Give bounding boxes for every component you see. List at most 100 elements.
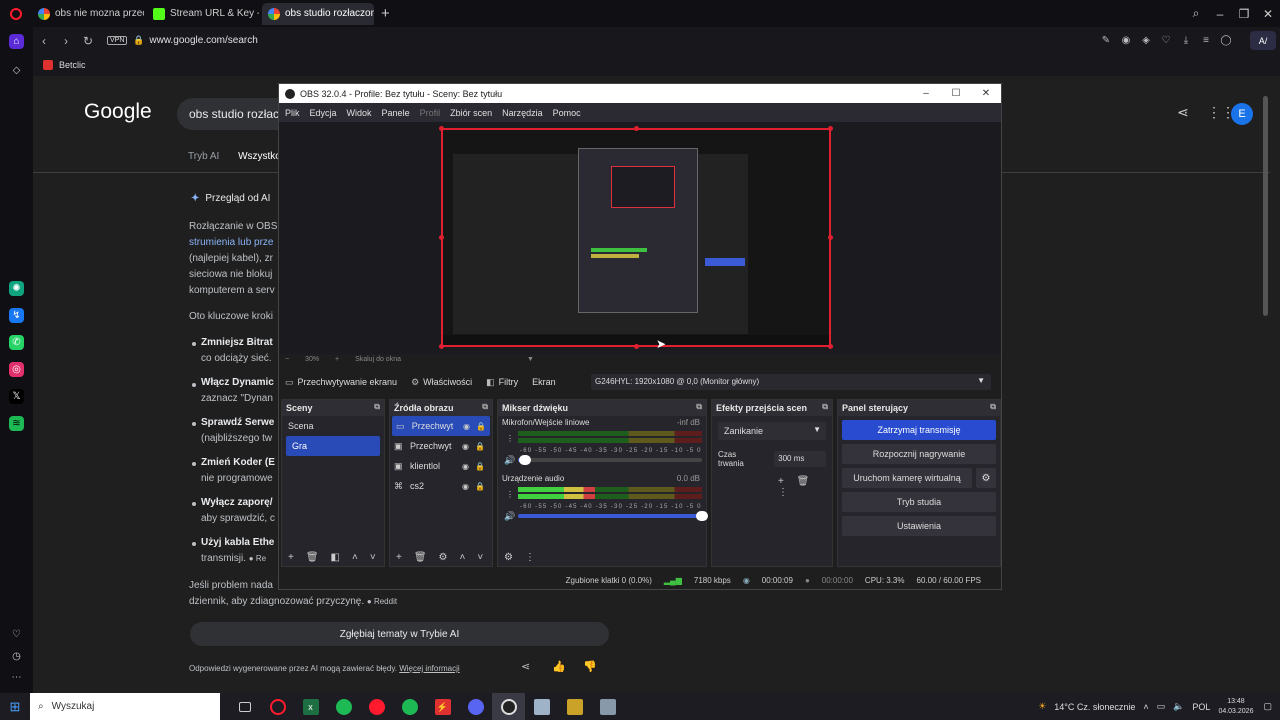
filters-button[interactable]: ◧ Filtry <box>486 377 518 388</box>
file-explorer-icon[interactable] <box>525 693 558 720</box>
deep-dive-ai-mode-button[interactable]: Zgłębiaj tematy w Trybie AI <box>190 622 609 646</box>
tab-ai-mode[interactable]: Tryb AI <box>188 151 219 162</box>
virtual-camera-button[interactable]: Uruchom kamerę wirtualną <box>842 468 972 488</box>
source-item-selected[interactable]: ▭ Przechwyt ◉ 🔒 <box>392 416 490 436</box>
studio-mode-button[interactable]: Tryb studia <box>842 492 996 512</box>
lightning-app-icon[interactable]: ⚡ <box>426 693 459 720</box>
minimize-icon[interactable]: – <box>1208 7 1232 21</box>
resize-handle[interactable] <box>439 235 444 240</box>
up-icon[interactable]: ˄ <box>352 552 358 563</box>
camera-icon[interactable]: ◉ <box>1116 35 1136 46</box>
heart-icon[interactable]: ♡ <box>9 627 24 642</box>
start-recording-button[interactable]: Rozpocznij nagrywanie <box>842 444 996 464</box>
menu-file[interactable]: Plik <box>285 108 300 118</box>
bookmark-betclic[interactable]: Betclic <box>59 60 86 70</box>
lock-icon[interactable]: 🔒 <box>475 482 485 491</box>
reload-icon[interactable]: ↻ <box>77 34 99 48</box>
task-view-icon[interactable] <box>228 693 261 720</box>
spotify-icon[interactable] <box>393 693 426 720</box>
language[interactable]: POL <box>1192 702 1210 712</box>
menu-profile[interactable]: Profil <box>420 108 441 118</box>
share-icon[interactable]: ⋖ <box>521 660 530 673</box>
undock-icon[interactable]: ⧉ <box>374 402 380 412</box>
minimize-icon[interactable]: – <box>911 84 941 103</box>
down-icon[interactable]: ˅ <box>477 552 483 563</box>
weather[interactable]: 14°C Cz. słonecznie <box>1054 702 1135 712</box>
instagram-icon[interactable]: ◎ <box>9 362 24 377</box>
close-icon[interactable]: ✕ <box>971 84 1001 103</box>
add-icon[interactable]: + <box>396 552 402 563</box>
properties-button[interactable]: ⚙ Właściwości <box>411 377 472 388</box>
clock[interactable]: 13:48 04.03.2026 <box>1218 697 1253 717</box>
thumbs-up-icon[interactable]: 👍 <box>552 660 566 673</box>
menu-view[interactable]: Widok <box>347 108 372 118</box>
page-scrollbar[interactable] <box>1263 96 1268 316</box>
heart-icon[interactable]: ♡ <box>1156 35 1176 46</box>
app-icon[interactable] <box>591 693 624 720</box>
filter-icon[interactable]: ◧ <box>331 552 340 563</box>
source-item[interactable]: ▣ klientlol ◉ 🔒 <box>390 456 492 476</box>
reddit-chip[interactable]: ● Re <box>249 554 266 563</box>
home-icon[interactable]: ⌂ <box>9 34 24 49</box>
menu-icon[interactable]: ≡ <box>1196 35 1216 46</box>
notification-icon[interactable]: ▢ <box>1263 701 1272 712</box>
spotify-icon[interactable]: ≋ <box>9 416 24 431</box>
discord-icon[interactable] <box>459 693 492 720</box>
preview-screen-capture[interactable] <box>441 128 831 347</box>
lock-icon[interactable]: 🔒 <box>475 462 485 471</box>
share-icon[interactable]: ⋖ <box>1177 104 1189 121</box>
avatar[interactable]: E <box>1231 103 1253 125</box>
source-item[interactable]: ⌘ cs2 ◉ 🔒 <box>390 476 492 496</box>
maximize-icon[interactable]: ☐ <box>941 84 971 103</box>
scale-mode[interactable]: Skaluj do okna <box>355 356 401 363</box>
excel-icon[interactable]: x <box>294 693 327 720</box>
resize-handle[interactable] <box>828 344 833 349</box>
thumbs-down-icon[interactable]: 👎 <box>583 660 597 673</box>
cube-icon[interactable]: ◈ <box>1136 35 1156 46</box>
chatgpt-icon[interactable]: ✺ <box>9 281 24 296</box>
obs-preview[interactable]: − 30% + Skaluj do okna ▼ <box>279 122 1001 363</box>
down-icon[interactable]: ˅ <box>370 552 376 563</box>
gear-icon[interactable]: ⚙ <box>976 468 996 488</box>
close-icon[interactable]: ✕ <box>1256 7 1280 21</box>
zoom-in-button[interactable]: + <box>335 356 339 363</box>
whatsapp-icon[interactable]: ✆ <box>9 335 24 350</box>
speaker-icon[interactable]: 🔊 <box>504 455 515 466</box>
tab-obs-rozlaczony[interactable]: obs studio rozłaczony - S <box>262 2 374 25</box>
advanced-audio-icon[interactable]: ⚙ <box>504 552 513 563</box>
windows-start-icon[interactable]: ⊞ <box>0 699 30 715</box>
opera-gx-icon[interactable] <box>360 693 393 720</box>
resize-handle[interactable] <box>634 344 639 349</box>
vpn-badge[interactable]: VPN <box>107 36 128 45</box>
volume-slider[interactable] <box>518 455 702 465</box>
resize-handle[interactable] <box>634 126 639 131</box>
transition-select[interactable]: Zanikanie ▼ <box>718 422 826 440</box>
menu-edit[interactable]: Edycja <box>310 108 337 118</box>
eye-icon[interactable]: ◉ <box>463 422 470 431</box>
speaker-icon[interactable]: 🔊 <box>504 511 515 522</box>
settings-button[interactable]: Ustawienia <box>842 516 996 536</box>
volume-knob[interactable] <box>519 455 532 465</box>
chevron-up-icon[interactable]: ˄ <box>1143 702 1148 712</box>
download-icon[interactable]: ⤓ <box>1176 35 1196 46</box>
resize-handle[interactable] <box>439 344 444 349</box>
duration-input[interactable]: 300 ms <box>774 451 826 467</box>
tab-kick-stream-key[interactable]: Stream URL & Key - Kick D <box>147 3 259 25</box>
app-icon[interactable] <box>558 693 591 720</box>
undock-icon[interactable]: ⧉ <box>482 402 488 412</box>
taskbar-search[interactable]: ⌕ Wyszukaj <box>30 693 220 720</box>
menu-help[interactable]: Pomoc <box>553 108 581 118</box>
add-icon[interactable]: + <box>288 552 294 563</box>
eye-icon[interactable]: ◉ <box>462 442 469 451</box>
undock-icon[interactable]: ⧉ <box>822 402 828 412</box>
menu-scene-collection[interactable]: Zbiór scen <box>450 108 492 118</box>
obs-taskbar-icon[interactable] <box>492 693 525 720</box>
x-icon[interactable]: 𝕏 <box>9 389 24 404</box>
resize-handle[interactable] <box>439 126 444 131</box>
channel-menu-icon[interactable]: ⋮ <box>506 434 514 443</box>
more-icon[interactable]: ⋯ <box>9 670 24 685</box>
edit-icon[interactable]: ✎ <box>1096 35 1116 46</box>
back-icon[interactable]: ‹ <box>33 34 55 48</box>
search-tabs-icon[interactable]: ⌕ <box>1184 6 1208 21</box>
opera-icon[interactable] <box>261 693 294 720</box>
